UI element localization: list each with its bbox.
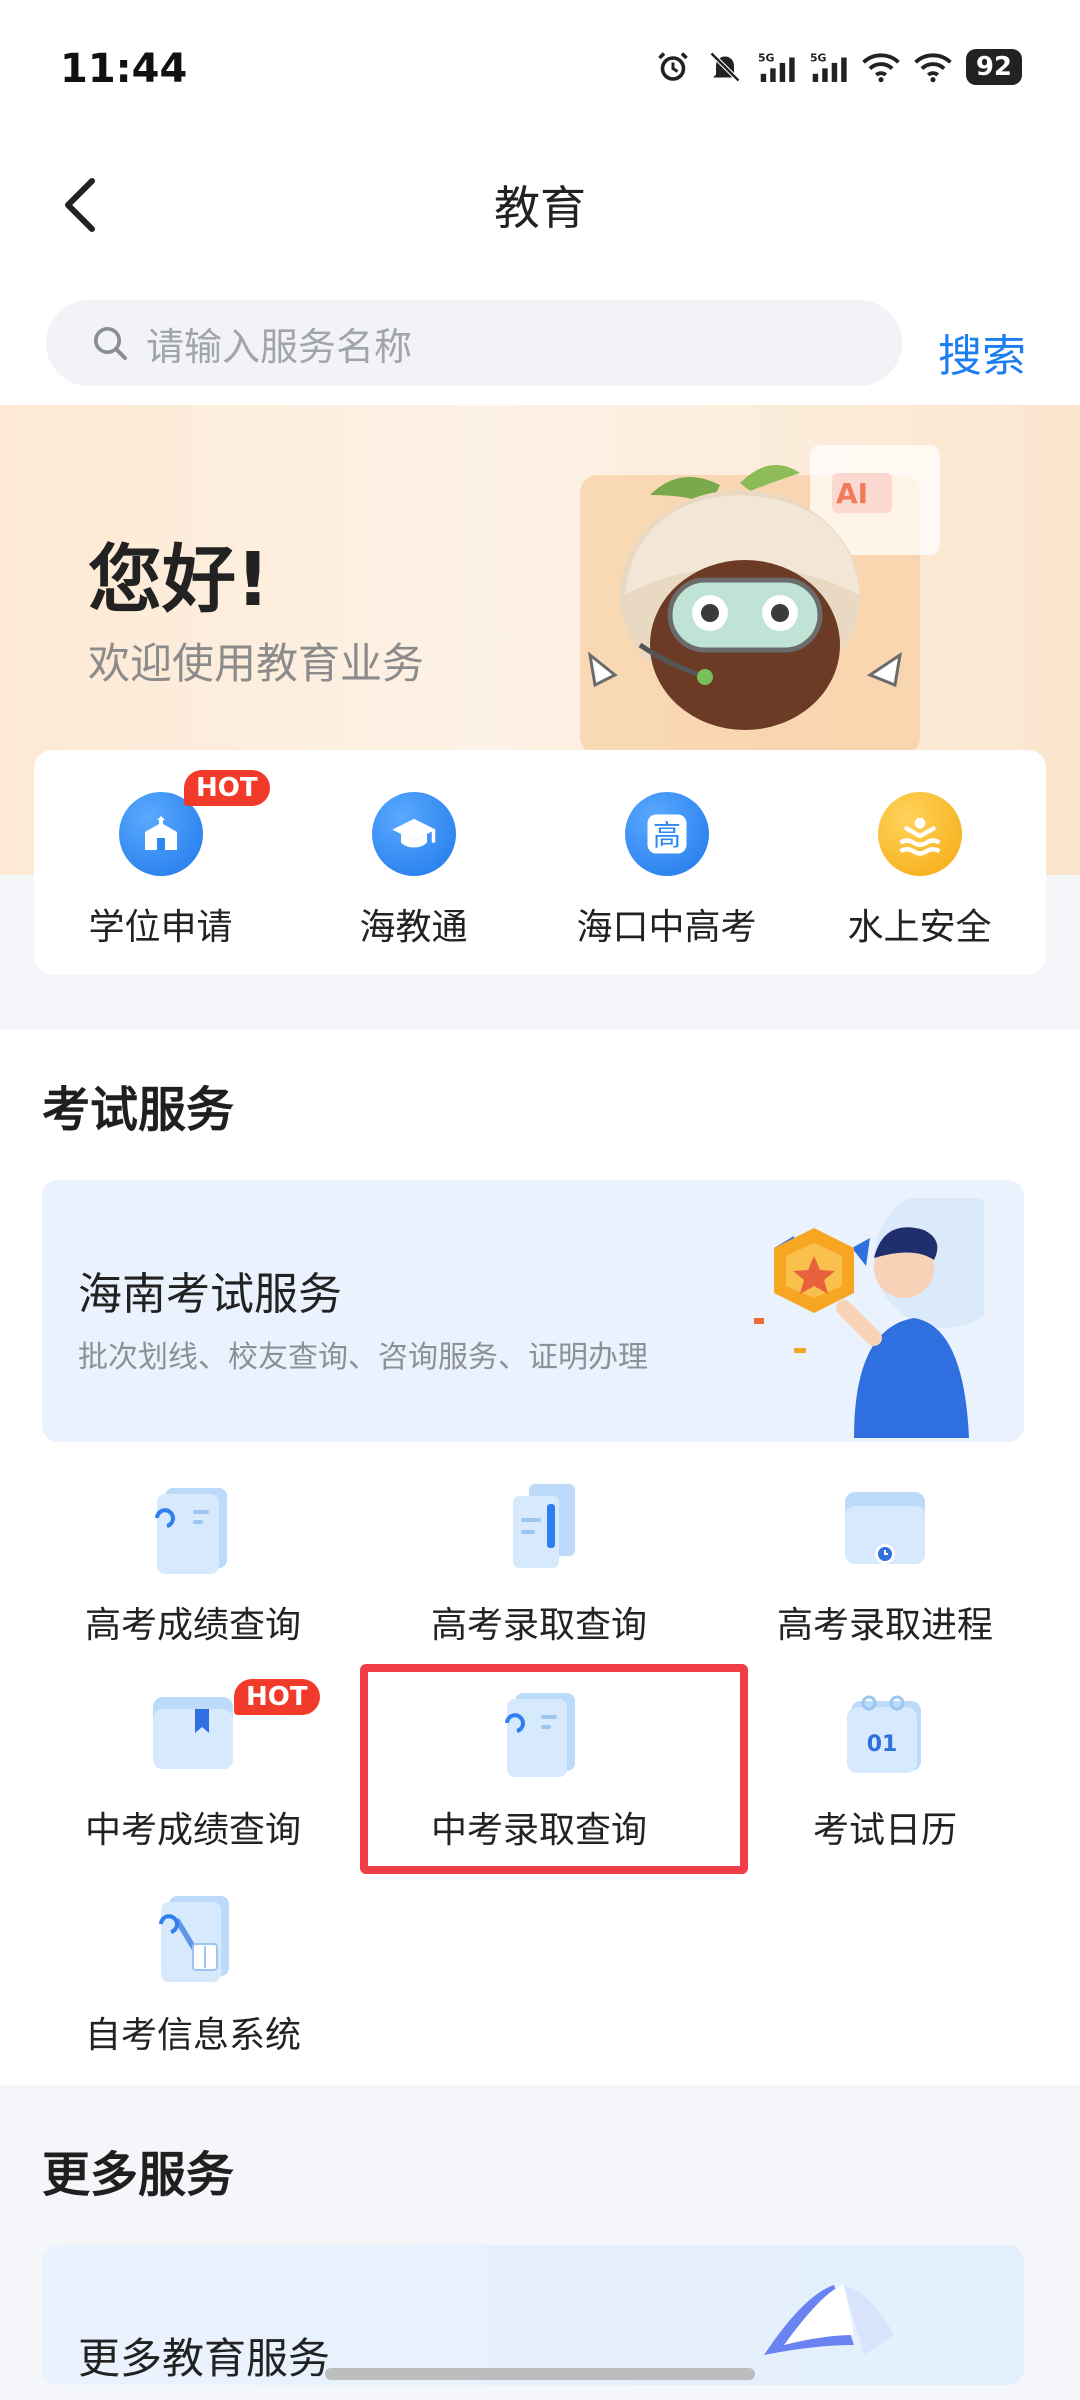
signal-5g-icon: 5G: [758, 48, 796, 86]
quick-item-label: 海口中高考: [576, 907, 757, 948]
nav-bar: 教育: [0, 140, 1080, 270]
mute-icon: [706, 48, 744, 86]
grid-item-label: 高考成绩查询: [84, 1605, 301, 1646]
grid-item-gaokao-admission[interactable]: 高考录取查询: [366, 1470, 712, 1670]
hero-greeting: 您好!: [88, 537, 270, 623]
search-row: 请输入服务名称 搜索: [0, 270, 1080, 405]
exam-banner-title: 海南考试服务: [78, 1269, 342, 1320]
grid-item-gaokao-score[interactable]: 高考成绩查询: [20, 1470, 366, 1670]
gao-character-icon: 高: [624, 792, 709, 876]
signal-5g-icon: 5G: [810, 48, 848, 86]
quick-item-label: 水上安全: [847, 907, 992, 948]
wifi-icon: [914, 48, 952, 86]
search-input[interactable]: 请输入服务名称: [46, 300, 902, 386]
calendar-icon: 01: [847, 1695, 921, 1773]
coconut-mascot-illustration: AI: [580, 445, 940, 755]
grid-item-gaokao-progress[interactable]: 高考录取进程: [712, 1470, 1058, 1670]
more-services-section: 更多服务 更多教育服务: [0, 2085, 1080, 2400]
grid-item-label: 高考录取查询: [430, 1605, 647, 1646]
back-button[interactable]: [50, 170, 110, 240]
search-icon: [94, 327, 127, 360]
grid-item-label: 考试日历: [812, 1810, 957, 1851]
page-title: 教育: [494, 181, 586, 235]
book-pen-icon: [159, 1896, 229, 1982]
quick-item-label: 学位申请: [88, 907, 233, 948]
status-icons: 5G 5G 92: [654, 48, 1022, 86]
quick-item-label: 海教通: [359, 907, 468, 948]
status-time: 11:44: [60, 46, 188, 92]
exam-services-section: 考试服务 海南考试服务 批次划线、校友查询、咨询服务、证明办理 高考成绩查询 高…: [0, 1030, 1080, 2085]
section-title-more-services: 更多服务: [42, 2147, 235, 2203]
exam-banner-subtitle: 批次划线、校友查询、咨询服务、证明办理: [78, 1340, 648, 1375]
quick-item-degree-application[interactable]: 学位申请 HOT: [34, 750, 287, 975]
home-indicator[interactable]: [325, 2368, 755, 2380]
section-title-exam-services: 考试服务: [42, 1082, 235, 1138]
document-stack-icon: [513, 1484, 575, 1568]
hot-badge: HOT: [184, 770, 270, 806]
grid-item-zhongkao-score[interactable]: 中考成绩查询 HOT: [20, 1675, 366, 1875]
trophy-person-illustration: [754, 1198, 984, 1438]
quick-item-haikou-exams[interactable]: 高 海口中高考: [540, 750, 793, 975]
hainan-exam-service-banner[interactable]: 海南考试服务 批次划线、校友查询、咨询服务、证明办理: [42, 1180, 1024, 1442]
chevron-left-icon: [65, 178, 95, 232]
more-education-services-banner[interactable]: 更多教育服务: [42, 2245, 1024, 2385]
folder-clock-icon: [845, 1492, 925, 1564]
water-safety-icon: [877, 792, 962, 876]
document-clip-icon: [155, 1488, 227, 1574]
battery-indicator: 92: [965, 49, 1022, 85]
open-book-illustration: [764, 2285, 894, 2355]
quick-access-card: 学位申请 HOT 海教通 高 海口中高考 水上安全: [34, 750, 1046, 975]
highlight-box: [360, 1664, 748, 1874]
grid-item-self-exam-system[interactable]: 自考信息系统: [20, 1880, 366, 2080]
gao-character: 高: [652, 819, 680, 852]
quick-item-water-safety[interactable]: 水上安全: [793, 750, 1046, 975]
svg-text:5G: 5G: [758, 52, 775, 65]
wifi-icon: [862, 48, 900, 86]
grid-item-label: 自考信息系统: [84, 2015, 301, 2056]
svg-text:AI: AI: [836, 477, 868, 510]
alarm-icon: [654, 48, 692, 86]
grid-item-label: 中考成绩查询: [84, 1810, 301, 1851]
svg-text:5G: 5G: [810, 52, 827, 65]
graduation-cap-icon: [371, 792, 456, 876]
folder-bookmark-icon: [153, 1697, 233, 1769]
calendar-day-text: 01: [867, 1732, 898, 1757]
hot-badge: HOT: [234, 1679, 320, 1715]
status-bar: 11:44 5G 5G 92: [0, 0, 1080, 140]
more-banner-title: 更多教育服务: [78, 2334, 331, 2383]
search-placeholder: 请输入服务名称: [146, 324, 413, 369]
grid-item-label: 高考录取进程: [776, 1605, 993, 1646]
quick-item-hai-jiao-tong[interactable]: 海教通: [287, 750, 540, 975]
search-button[interactable]: 搜索: [938, 320, 1026, 384]
hero-subtitle: 欢迎使用教育业务: [88, 639, 425, 688]
grid-item-exam-calendar[interactable]: 01 考试日历: [712, 1675, 1058, 1875]
